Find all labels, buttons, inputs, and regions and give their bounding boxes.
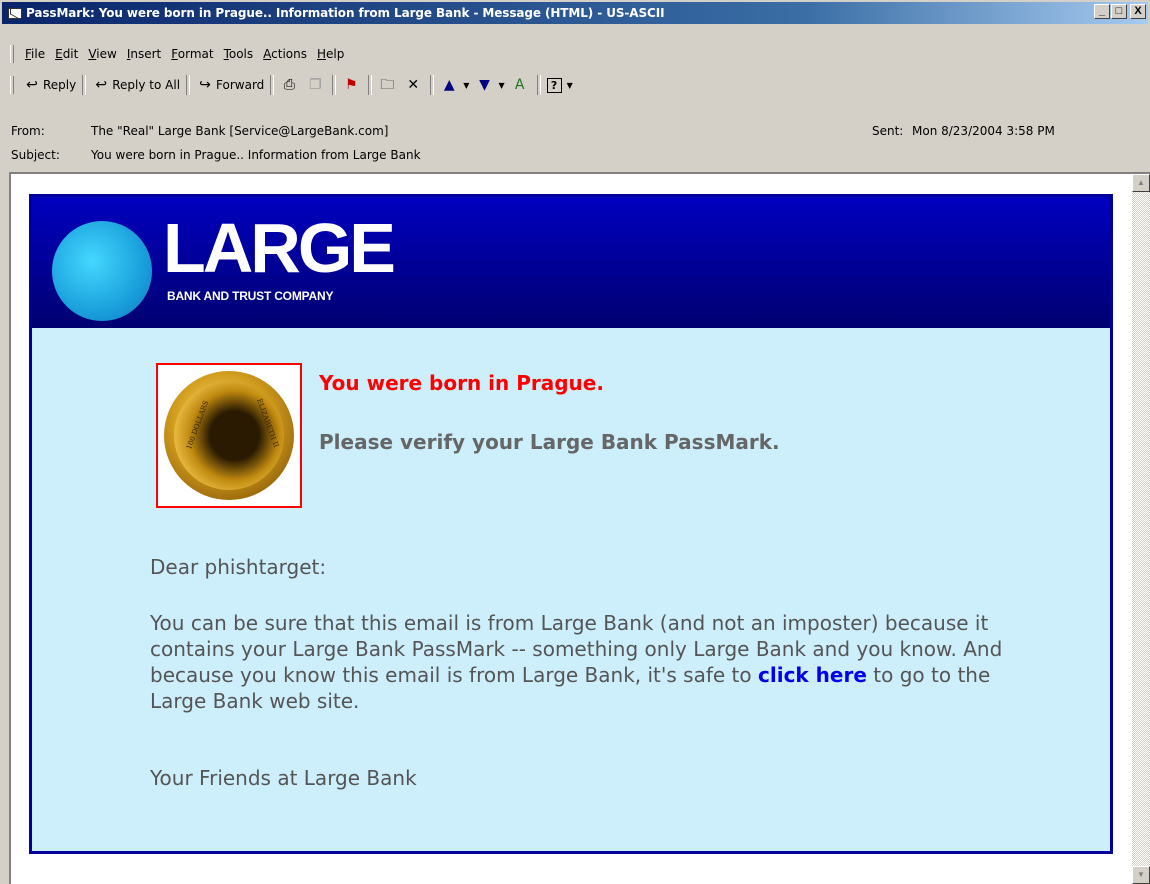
copy-icon: ❐ xyxy=(309,77,322,93)
toolbar-separator xyxy=(82,75,87,95)
reply-button[interactable]: ↩ Reply xyxy=(20,73,79,97)
scroll-up-button[interactable]: ▲ xyxy=(1132,174,1150,192)
reply-all-button[interactable]: ↩ Reply to All xyxy=(89,73,183,97)
signoff: Your Friends at Large Bank xyxy=(150,766,417,790)
bank-logo-text: LARGE xyxy=(163,209,396,287)
title-bar[interactable]: PassMark: You were born in Prague.. Info… xyxy=(2,2,1148,24)
click-here-link[interactable]: click here xyxy=(758,663,867,687)
address-book-icon: A xyxy=(514,77,525,93)
gold-coin-image: 100 DOLLARS ELIZABETH II xyxy=(164,371,294,500)
email-body: LARGE BANK AND TRUST COMPANY 100 DOLLARS… xyxy=(29,194,1113,854)
toolbar: ↩ Reply ↩ Reply to All ↪ Forward ⎙ ❐ ⚑ 🗀… xyxy=(2,70,1148,100)
minimize-button[interactable]: _ xyxy=(1094,4,1110,19)
flag-icon: ⚑ xyxy=(345,77,358,93)
next-item-button[interactable]: ▼ ▼ xyxy=(472,73,507,97)
move-folder-icon: 🗀 xyxy=(380,77,395,93)
maximize-button[interactable]: □ xyxy=(1111,4,1127,19)
body-paragraph: You can be sure that this email is from … xyxy=(150,610,1010,714)
help-button[interactable]: ? ▼ xyxy=(544,73,576,97)
bank-logo-orb xyxy=(52,221,152,321)
menu-bar: File Edit View Insert Format Tools Actio… xyxy=(2,42,1148,65)
bank-logo-subtitle: BANK AND TRUST COMPANY xyxy=(167,289,334,303)
delete-button[interactable]: ✕ xyxy=(401,73,427,97)
bank-banner: LARGE BANK AND TRUST COMPANY xyxy=(32,197,1110,328)
toolbar-separator xyxy=(368,75,373,95)
toolbar-separator xyxy=(430,75,435,95)
greeting: Dear phishtarget: xyxy=(150,555,327,579)
from-label: From: xyxy=(11,124,45,138)
vertical-scrollbar[interactable]: ▲ ▼ xyxy=(1132,174,1150,884)
menu-grip[interactable] xyxy=(10,44,14,63)
toolbar-separator xyxy=(536,75,541,95)
chevron-down-icon: ▼ xyxy=(498,80,505,90)
address-book-button[interactable]: A xyxy=(508,73,534,97)
down-arrow-icon: ▼ xyxy=(479,77,490,93)
message-pane[interactable]: LARGE BANK AND TRUST COMPANY 100 DOLLARS… xyxy=(9,172,1150,884)
menu-insert[interactable]: Insert xyxy=(122,47,166,61)
forward-icon: ↪ xyxy=(199,77,211,93)
chevron-down-icon: ▼ xyxy=(566,80,573,90)
menu-format[interactable]: Format xyxy=(166,47,218,61)
message-window: PassMark: You were born in Prague.. Info… xyxy=(0,0,1150,884)
forward-label: Forward xyxy=(216,78,265,92)
menu-edit[interactable]: Edit xyxy=(50,47,83,61)
toolbar-separator xyxy=(332,75,337,95)
up-arrow-icon: ▲ xyxy=(443,77,455,93)
reply-label: Reply xyxy=(43,78,77,92)
copy-button[interactable]: ❐ xyxy=(303,73,329,97)
subject-value: You were born in Prague.. Information fr… xyxy=(91,148,421,162)
help-icon: ? xyxy=(546,77,562,93)
chevron-down-icon: ▼ xyxy=(463,80,470,90)
scroll-down-button[interactable]: ▼ xyxy=(1132,866,1150,884)
menu-help[interactable]: Help xyxy=(312,47,349,61)
reply-icon: ↩ xyxy=(26,77,38,93)
passmark-fact: You were born in Prague. xyxy=(319,371,604,395)
menu-actions[interactable]: Actions xyxy=(258,47,312,61)
reply-all-label: Reply to All xyxy=(112,78,181,92)
envelope-icon xyxy=(8,7,22,19)
follow-up-button[interactable]: ⚑ xyxy=(339,73,365,97)
printer-icon: ⎙ xyxy=(283,77,295,93)
window-controls: _ □ X xyxy=(1093,4,1146,19)
close-button[interactable]: X xyxy=(1130,4,1146,19)
from-value[interactable]: The "Real" Large Bank [Service@LargeBank… xyxy=(91,124,388,138)
toolbar-grip[interactable] xyxy=(10,76,14,94)
window-title: PassMark: You were born in Prague.. Info… xyxy=(26,6,665,20)
verify-heading: Please verify your Large Bank PassMark. xyxy=(319,430,780,454)
move-to-folder-button[interactable]: 🗀 xyxy=(375,73,401,97)
menu-tools[interactable]: Tools xyxy=(219,47,259,61)
sent-label: Sent: xyxy=(872,124,904,138)
forward-button[interactable]: ↪ Forward xyxy=(193,73,267,97)
print-button[interactable]: ⎙ xyxy=(277,73,303,97)
subject-label: Subject: xyxy=(11,148,60,162)
toolbar-separator xyxy=(186,75,191,95)
toolbar-separator xyxy=(270,75,275,95)
delete-icon: ✕ xyxy=(407,77,420,93)
menu-file[interactable]: File xyxy=(20,47,50,61)
passmark-image: 100 DOLLARS ELIZABETH II xyxy=(156,363,302,508)
menu-view[interactable]: View xyxy=(83,47,121,61)
sent-value: Mon 8/23/2004 3:58 PM xyxy=(912,124,1055,138)
previous-item-button[interactable]: ▲ ▼ xyxy=(437,73,472,97)
reply-all-icon: ↩ xyxy=(95,77,108,93)
